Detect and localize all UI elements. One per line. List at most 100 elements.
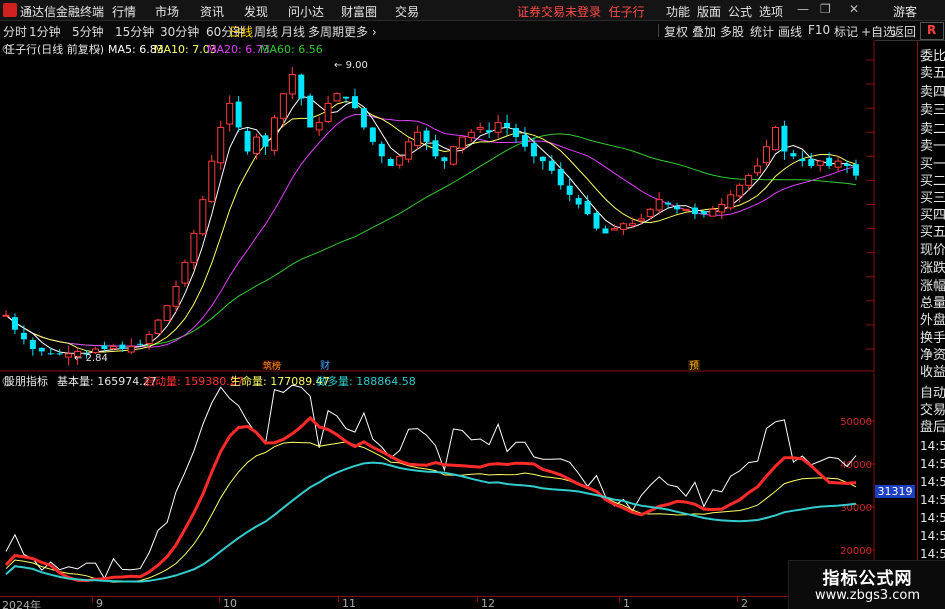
candle[interactable] (771, 125, 779, 151)
f10-button[interactable]: F10 (808, 23, 830, 37)
date-label: 10 (223, 597, 237, 609)
candle[interactable] (405, 137, 413, 163)
menu-news[interactable]: 资讯 (200, 3, 224, 20)
menu-formula[interactable]: 公式 (728, 3, 752, 20)
side-item[interactable]: 涨幅 (920, 279, 945, 294)
side-tab-trade[interactable]: 交易 (920, 403, 945, 418)
side-tab-after-hours[interactable]: 盘后 (920, 420, 945, 435)
mark-button[interactable]: 标记 (834, 23, 858, 40)
long-volume-label: 做多量: 188864.58 (316, 374, 416, 388)
candle[interactable] (199, 195, 207, 237)
dropdown-icon[interactable]: ▾ (96, 46, 101, 56)
candle[interactable] (181, 259, 189, 287)
divider (658, 24, 659, 37)
side-item[interactable]: 卖二 (920, 122, 945, 137)
candle[interactable] (208, 154, 216, 203)
menu-layout[interactable]: 版面 (697, 3, 721, 20)
side-item[interactable]: 换手 (920, 331, 945, 346)
period-daily[interactable]: 日线 (229, 23, 253, 40)
adjust-button[interactable]: 复权 (664, 23, 688, 40)
event-marker-3[interactable]: 预 (688, 360, 700, 372)
corner-r-button[interactable]: R (920, 22, 944, 40)
multi-stock-button[interactable]: 多股 (720, 23, 744, 40)
app-title: 通达信金融终端 (20, 5, 105, 19)
candle[interactable] (217, 120, 225, 171)
candle[interactable] (360, 107, 367, 130)
side-item[interactable]: 净资 (920, 348, 945, 363)
tick-time: 14:56 (920, 457, 945, 471)
kline-chart[interactable]: 9.008.508.007.507.006.506.005.505.004.50… (0, 40, 875, 372)
period-more[interactable]: 更多 › (344, 23, 377, 40)
candle[interactable] (682, 208, 690, 212)
tick-time: 14:56 (920, 529, 945, 543)
date-tick (477, 597, 478, 602)
overlay-button[interactable]: 叠加 (692, 23, 716, 40)
menu-assistant[interactable]: 问小达 (288, 3, 324, 20)
period-multi[interactable]: 多周期 (308, 23, 344, 40)
minimize-icon[interactable]: — (797, 2, 809, 16)
candle[interactable] (449, 146, 457, 166)
date-tick (92, 597, 93, 602)
side-item[interactable]: 卖一 (920, 139, 945, 154)
date-label: 1 (623, 597, 630, 609)
side-item[interactable]: 买三 (920, 191, 945, 206)
menu-quotes[interactable]: 行情 (112, 3, 136, 20)
chevron-right-icon: › (371, 25, 377, 39)
restore-icon[interactable]: ❐ (820, 2, 831, 16)
tdx-terminal-window: 通达信金融终端 行情 市场 资讯 发现 问小达 财富圈 交易 证券交易未登录 任… (0, 0, 945, 609)
date-axis: 2024年 9 10 11 12 1 2 (0, 596, 875, 609)
period-tick[interactable]: 分时 (3, 23, 27, 40)
candle[interactable] (593, 211, 600, 231)
tick-time: 14:56 (920, 475, 945, 489)
side-item[interactable]: 卖三 (920, 103, 945, 118)
start-volume-label: 启动量: 159380.27 (144, 375, 244, 388)
side-item[interactable]: 买一 (920, 157, 945, 172)
candle[interactable] (307, 93, 314, 128)
side-item[interactable]: 买四 (920, 208, 945, 223)
menu-options[interactable]: 选项 (759, 3, 783, 20)
side-item[interactable]: 收益 (920, 365, 945, 380)
side-item[interactable]: 委比 (920, 49, 945, 64)
date-tick (219, 597, 220, 602)
event-marker-1[interactable]: 筑榜 (262, 360, 281, 372)
menu-trade[interactable]: 交易 (395, 3, 419, 20)
side-item[interactable]: 买二 (920, 174, 945, 189)
login-status[interactable]: 证券交易未登录 任子行 (517, 3, 645, 20)
event-marker-2[interactable]: 财 (320, 359, 330, 372)
menu-wealth-circle[interactable]: 财富圈 (341, 3, 377, 20)
period-1min[interactable]: 1分钟 (29, 23, 61, 40)
candle[interactable] (244, 128, 251, 155)
back-button[interactable]: 返回 (892, 23, 916, 40)
watermark-title: 指标公式网 (822, 569, 913, 589)
date-label: 2 (741, 597, 748, 609)
menu-discover[interactable]: 发现 (244, 3, 268, 20)
tick-time: 14:56 (920, 439, 945, 453)
candle[interactable] (333, 92, 341, 102)
menu-market[interactable]: 市场 (155, 3, 179, 20)
side-item[interactable]: 总量 (920, 296, 945, 311)
close-icon[interactable]: ✕ (849, 2, 859, 16)
statistics-button[interactable]: 统计 (750, 23, 774, 40)
candle[interactable] (270, 114, 278, 156)
period-5min[interactable]: 5分钟 (72, 23, 104, 40)
side-item[interactable]: 现价 (920, 243, 945, 258)
menu-function[interactable]: 功能 (666, 3, 690, 20)
period-30min[interactable]: 30分钟 (160, 23, 199, 40)
period-weekly[interactable]: 周线 (254, 23, 278, 40)
period-15min[interactable]: 15分钟 (115, 23, 154, 40)
app-logo-icon (3, 3, 17, 17)
side-item[interactable]: 买五 (920, 225, 945, 240)
draw-line-button[interactable]: 画线 (778, 23, 802, 40)
side-item[interactable]: 涨跌 (920, 261, 945, 276)
candle[interactable] (163, 304, 171, 321)
side-item[interactable]: 卖五 (920, 66, 945, 81)
add-watchlist-button[interactable]: +自选 (861, 23, 895, 40)
side-item[interactable]: 外盘 (920, 313, 945, 328)
guest-label[interactable]: 游客 (893, 3, 917, 20)
candle[interactable] (154, 318, 162, 336)
period-monthly[interactable]: 月线 (281, 23, 305, 40)
side-item[interactable]: 卖四 (920, 85, 945, 100)
side-tab-auto[interactable]: 自动 (920, 386, 945, 401)
indicator-name: 股朋指标 (4, 374, 48, 388)
indicator-chart[interactable]: 50000400003000020000 股朋指标 基本量: 165974.27… (0, 373, 875, 596)
